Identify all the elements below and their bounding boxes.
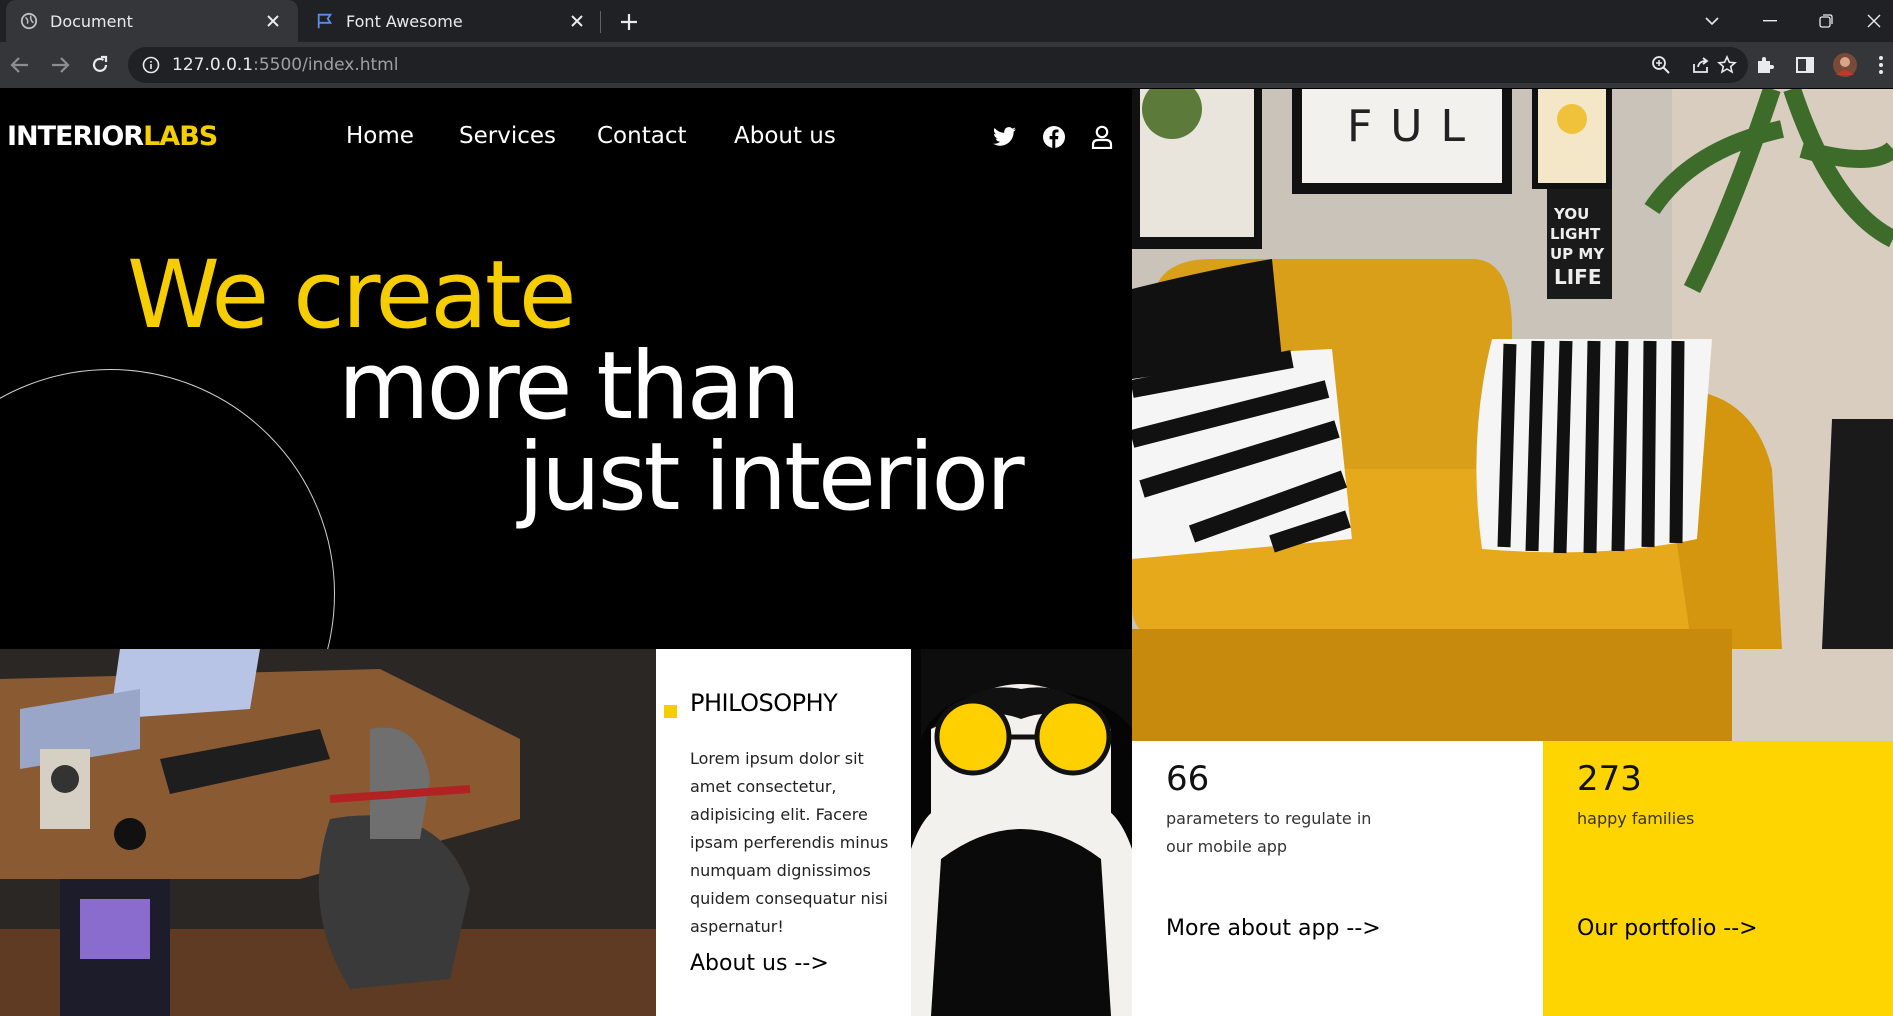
webpage: INTERIORLABS Home Services Contact About… bbox=[0, 89, 1893, 1016]
puzzle-icon bbox=[1758, 57, 1774, 73]
kebab-menu-icon bbox=[1879, 56, 1883, 74]
zoom-icon bbox=[1652, 56, 1670, 74]
tab-search-button[interactable] bbox=[1684, 0, 1740, 42]
twitter-icon[interactable] bbox=[991, 123, 1019, 151]
close-icon bbox=[1867, 14, 1881, 28]
more-about-app-link[interactable]: More about app --> bbox=[1166, 916, 1381, 941]
star-icon bbox=[1717, 55, 1737, 74]
forward-button[interactable] bbox=[44, 49, 76, 81]
minimize-icon bbox=[1763, 20, 1777, 22]
browser-toolbar: 127.0.0.1:5500/index.html bbox=[0, 42, 1893, 88]
hero-section: INTERIORLABS Home Services Contact About… bbox=[0, 89, 1132, 649]
logo-accent: LABS bbox=[143, 121, 218, 152]
url-text: 127.0.0.1:5500/index.html bbox=[172, 47, 398, 83]
stat-number: 66 bbox=[1166, 759, 1210, 799]
browser-tab-bar: Document Font Awesome bbox=[0, 0, 1893, 42]
menu-button[interactable] bbox=[1866, 50, 1893, 80]
info-icon bbox=[142, 56, 160, 74]
decorative-circle bbox=[0, 369, 335, 649]
globe-icon bbox=[20, 12, 38, 30]
nav-home[interactable]: Home bbox=[346, 123, 414, 149]
illustration-image bbox=[911, 649, 1132, 1016]
user-icon[interactable] bbox=[1088, 123, 1116, 151]
arrow-left-icon bbox=[10, 57, 28, 73]
facebook-icon[interactable] bbox=[1040, 123, 1068, 151]
philosophy-title: PHILOSOPHY bbox=[690, 689, 838, 717]
hero-heading-line-3: just interior bbox=[518, 423, 1025, 532]
minimize-button[interactable] bbox=[1742, 0, 1798, 42]
avatar bbox=[1833, 53, 1857, 77]
back-button[interactable] bbox=[4, 49, 36, 81]
chevron-down-icon bbox=[1705, 17, 1719, 26]
tab-title: Document bbox=[50, 11, 133, 31]
svg-text:FUL: FUL bbox=[1347, 101, 1483, 152]
close-window-button[interactable] bbox=[1846, 0, 1893, 42]
nav-about-us[interactable]: About us bbox=[734, 123, 836, 149]
tab-document[interactable]: Document bbox=[6, 0, 298, 42]
stat-label: happy families bbox=[1577, 809, 1695, 828]
profile-button[interactable] bbox=[1830, 50, 1860, 80]
nav-services[interactable]: Services bbox=[459, 123, 556, 149]
share-icon bbox=[1693, 57, 1709, 73]
close-tab-icon[interactable] bbox=[566, 10, 588, 32]
hero-heading-line-2: more than bbox=[338, 332, 801, 441]
hero-heading-line-1: We create bbox=[127, 241, 577, 350]
philosophy-section: PHILOSOPHY Lorem ipsum dolor sit amet co… bbox=[656, 649, 911, 1016]
svg-text:LIFE: LIFE bbox=[1554, 265, 1602, 289]
svg-text:YOU: YOU bbox=[1553, 205, 1589, 223]
svg-text:LIGHT: LIGHT bbox=[1550, 225, 1601, 243]
reload-icon bbox=[92, 55, 108, 72]
zoom-button[interactable] bbox=[1646, 50, 1676, 80]
restore-icon bbox=[1819, 14, 1833, 28]
stat-label: parameters to regulate in our mobile app bbox=[1166, 809, 1372, 856]
nav-contact[interactable]: Contact bbox=[597, 123, 686, 149]
yellow-square-bullet bbox=[664, 705, 677, 718]
stat-number: 273 bbox=[1577, 759, 1642, 799]
about-us-link[interactable]: About us --> bbox=[690, 951, 829, 976]
stats-app-card: 66 parameters to regulate in our mobile … bbox=[1132, 741, 1543, 1016]
arrow-right-icon bbox=[52, 57, 70, 73]
flag-icon bbox=[317, 13, 333, 29]
tab-divider bbox=[600, 11, 601, 33]
close-tab-icon[interactable] bbox=[262, 10, 284, 32]
philosophy-text: Lorem ipsum dolor sit amet consectetur, … bbox=[690, 749, 889, 936]
tab-font-awesome[interactable]: Font Awesome bbox=[302, 0, 602, 42]
new-tab-button[interactable] bbox=[616, 9, 642, 35]
extensions-button[interactable] bbox=[1750, 50, 1780, 80]
sofa-image: FUL YOU LIGHT UP MY LIFE bbox=[1132, 89, 1893, 741]
site-logo[interactable]: INTERIORLABS bbox=[7, 121, 218, 152]
bookmark-button[interactable] bbox=[1712, 50, 1742, 80]
plus-icon bbox=[621, 14, 637, 30]
reload-button[interactable] bbox=[84, 49, 116, 81]
url-host: 127.0.0.1 bbox=[172, 55, 254, 75]
url-path: :5500/index.html bbox=[253, 55, 399, 75]
address-bar[interactable]: 127.0.0.1:5500/index.html bbox=[128, 47, 1748, 83]
svg-text:UP MY: UP MY bbox=[1550, 245, 1605, 263]
side-panel-button[interactable] bbox=[1790, 50, 1820, 80]
desk-image bbox=[0, 649, 656, 1016]
our-portfolio-link[interactable]: Our portfolio --> bbox=[1577, 916, 1758, 941]
tab-title: Font Awesome bbox=[346, 11, 463, 31]
side-panel-icon bbox=[1796, 57, 1814, 73]
stats-families-card: 273 happy families Our portfolio --> bbox=[1543, 741, 1893, 1016]
logo-main: INTERIOR bbox=[7, 121, 144, 152]
